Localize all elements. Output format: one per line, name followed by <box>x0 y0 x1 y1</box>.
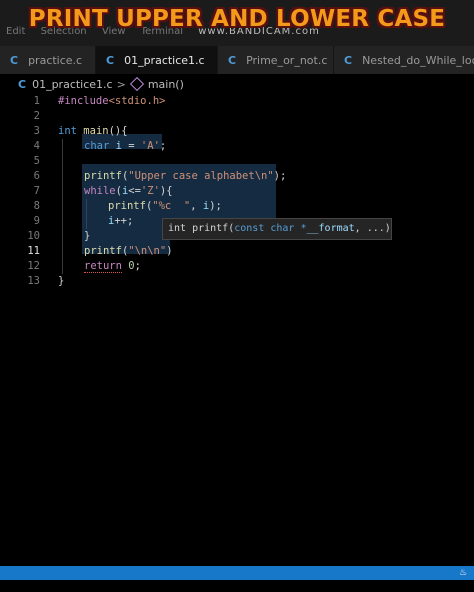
title-bar: Edit Selection View Terminal www.BANDICA… <box>0 0 474 46</box>
char-literal: 'Z' <box>140 185 160 197</box>
tab-01-practice1[interactable]: C 01_practice1.c <box>96 46 218 74</box>
code-line: 5 <box>0 154 474 169</box>
line-code: #include<stdio.h> <box>58 94 165 109</box>
char-literal: 'A' <box>140 140 160 152</box>
c-file-icon: C <box>106 53 115 67</box>
breadcrumb-file[interactable]: 01_practice1.c <box>32 78 113 91</box>
code-line: 11 printf("\n\n") <box>0 244 474 259</box>
tab-bar: C practice.c C 01_practice1.c C Prime_or… <box>0 46 474 74</box>
status-bar: ♨ <box>0 566 474 580</box>
code-line: 12 return 0; <box>0 259 474 274</box>
video-title-banner: PRINT UPPER AND LOWER CASE <box>28 6 446 32</box>
line-code: printf("%c ", i); <box>108 199 222 214</box>
flame-icon[interactable]: ♨ <box>458 568 468 578</box>
line-code: } <box>58 274 64 289</box>
breadcrumb: C 01_practice1.c > main() <box>0 74 474 94</box>
string-literal: "Upper case alphabet\n" <box>128 170 274 182</box>
tab-label: Nested_do_While_loop.c <box>362 53 474 67</box>
line-number: 2 <box>33 110 40 122</box>
c-file-icon: C <box>10 53 19 67</box>
line-number: 4 <box>33 140 40 152</box>
code-line: 4 char i = 'A'; <box>0 139 474 154</box>
code-line: 8 printf("%c ", i); <box>0 199 474 214</box>
line-code: printf("\n\n") <box>84 244 173 259</box>
code-line: 1 #include<stdio.h> <box>0 94 474 109</box>
tab-label: 01_practice1.c <box>124 53 205 67</box>
line-code: return 0; <box>84 259 141 274</box>
preprocessor: #include <box>58 95 109 107</box>
code-line: 6 printf("Upper case alphabet\n"); <box>0 169 474 184</box>
line-code: int main(){ <box>58 124 128 139</box>
line-number: 12 <box>27 260 40 272</box>
punct: (){ <box>108 125 128 137</box>
function-symbol-icon <box>129 76 144 92</box>
code-line: 7 while(i<='Z'){ <box>0 184 474 199</box>
line-number: 7 <box>33 185 40 197</box>
include-path: <stdio.h> <box>108 95 166 107</box>
tooltip-suffix: , ...) <box>354 223 391 234</box>
breadcrumb-separator: > <box>116 77 126 91</box>
line-code: while(i<='Z'){ <box>84 184 173 199</box>
code-editor[interactable]: 1 #include<stdio.h> 2 3 int main(){ 4 ch… <box>0 94 474 566</box>
code-line: 2 <box>0 109 474 124</box>
editor-window: Edit Selection View Terminal www.BANDICA… <box>0 0 474 592</box>
line-number: 9 <box>33 215 40 227</box>
punct: } <box>84 230 91 242</box>
line-number: 10 <box>27 230 40 242</box>
line-number: 13 <box>27 275 40 287</box>
operator: ++; <box>114 215 134 227</box>
c-file-icon: C <box>18 77 27 91</box>
line-number: 11 <box>27 245 40 257</box>
breadcrumb-symbol[interactable]: main() <box>148 78 184 91</box>
keyword: char <box>84 140 110 152</box>
tooltip-param-type: const char * <box>234 223 307 234</box>
punct: ; <box>159 140 167 152</box>
line-code: } <box>84 229 90 244</box>
tab-label: practice.c <box>28 53 83 67</box>
operator: = <box>121 140 141 152</box>
tab-practice[interactable]: C practice.c <box>0 46 96 74</box>
punct: } <box>58 275 65 287</box>
line-number: 6 <box>33 170 40 182</box>
tab-prime-or-not[interactable]: C Prime_or_not.c <box>218 46 334 74</box>
line-number: 5 <box>33 155 40 167</box>
tooltip-param-name: __format <box>306 223 355 234</box>
punct: ) <box>166 245 173 257</box>
tooltip-prefix: int printf( <box>168 223 235 234</box>
line-number: 3 <box>33 125 40 137</box>
punct: ); <box>209 200 222 212</box>
keyword: while <box>84 185 116 197</box>
string-literal: "%c " <box>152 200 191 212</box>
string-literal: "\n\n" <box>128 245 167 257</box>
tab-nested-do-while-loop[interactable]: C Nested_do_While_loop.c <box>334 46 474 74</box>
keyword: int <box>58 125 77 137</box>
line-number: 1 <box>33 95 40 107</box>
function-call: printf <box>108 200 146 212</box>
signature-hover-tooltip: int printf(const char *__format, ...) <box>162 218 392 240</box>
keyword: return <box>84 260 122 273</box>
code-line: 13 } <box>0 274 474 289</box>
line-code: char i = 'A'; <box>84 139 166 154</box>
function-name: main <box>83 125 109 137</box>
code-line: 3 int main(){ <box>0 124 474 139</box>
punct: ){ <box>159 185 173 197</box>
punct: , <box>190 200 203 212</box>
function-call: printf <box>84 245 122 257</box>
tab-label: Prime_or_not.c <box>246 53 328 67</box>
punct: ); <box>273 170 287 182</box>
line-code: i++; <box>108 214 133 229</box>
c-file-icon: C <box>344 53 353 67</box>
bottom-margin <box>0 580 474 592</box>
line-code: printf("Upper case alphabet\n"); <box>84 169 286 184</box>
function-call: printf <box>84 170 122 182</box>
punct: ; <box>134 260 141 272</box>
line-number: 8 <box>33 200 40 212</box>
operator: <= <box>128 185 141 197</box>
c-file-icon: C <box>228 53 237 67</box>
